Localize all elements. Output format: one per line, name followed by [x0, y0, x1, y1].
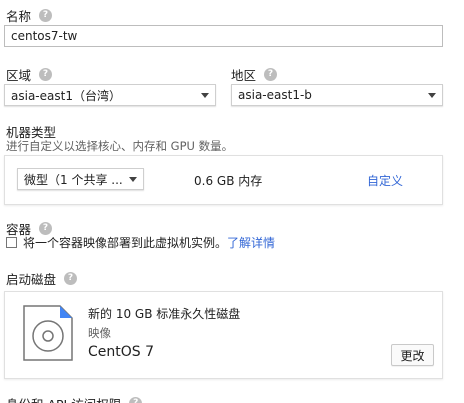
machine-memory: 0.6 GB 内存	[194, 174, 263, 188]
chevron-down-icon	[129, 176, 137, 182]
chevron-down-icon	[201, 92, 209, 98]
boot-disk-image-name: CentOS 7	[88, 344, 155, 360]
disk-image-icon	[23, 305, 73, 361]
boot-disk-image-label: 映像	[88, 326, 111, 340]
region-select[interactable]: asia-east1（台湾）	[4, 84, 216, 106]
boot-disk-label: 启动磁盘 ?	[6, 269, 78, 288]
machine-cores-select[interactable]: 微型（1 个共享 ...	[17, 168, 144, 190]
region-label: 区域 ?	[6, 65, 53, 84]
boot-disk-help-icon[interactable]: ?	[64, 272, 78, 285]
boot-disk-label-text: 启动磁盘	[6, 272, 57, 287]
chevron-down-icon	[428, 92, 436, 98]
customize-link[interactable]: 自定义	[367, 172, 403, 189]
name-help-icon[interactable]: ?	[39, 9, 53, 22]
name-label-text: 名称	[6, 9, 32, 24]
name-input[interactable]: centos7-tw	[4, 25, 443, 47]
zone-select[interactable]: asia-east1-b	[231, 84, 443, 106]
identity-help-icon[interactable]: ?	[129, 397, 143, 403]
container-checkbox[interactable]	[6, 237, 17, 248]
zone-label: 地区 ?	[231, 65, 278, 84]
container-checkbox-text: 将一个容器映像部署到此虚拟机实例。	[23, 236, 228, 250]
identity-label-text: 身份和 API 访问权限	[6, 394, 121, 403]
zone-label-text: 地区	[231, 68, 257, 83]
name-label: 名称 ?	[6, 6, 53, 25]
machine-type-card: 微型（1 个共享 ... 0.6 GB 内存 自定义	[4, 155, 443, 205]
region-label-text: 区域	[6, 68, 32, 83]
zone-help-icon[interactable]: ?	[264, 68, 278, 81]
learn-more-link[interactable]: 了解详情	[227, 236, 275, 250]
identity-label: 身份和 API 访问权限 ?	[6, 394, 143, 403]
boot-disk-description: 新的 10 GB 标准永久性磁盘	[88, 307, 241, 321]
region-help-icon[interactable]: ?	[39, 68, 53, 81]
region-select-value: asia-east1（台湾）	[11, 88, 121, 103]
zone-select-value: asia-east1-b	[238, 88, 312, 102]
name-input-value: centos7-tw	[11, 29, 78, 43]
machine-cores-value: 微型（1 个共享 ...	[24, 172, 123, 187]
machine-type-description: 进行自定义以选择核心、内存和 GPU 数量。	[6, 139, 234, 153]
boot-disk-card: 新的 10 GB 标准永久性磁盘 映像 CentOS 7 更改	[4, 291, 443, 379]
container-checkbox-row: 将一个容器映像部署到此虚拟机实例。了解详情	[23, 234, 275, 251]
change-boot-disk-button[interactable]: 更改	[391, 344, 434, 366]
